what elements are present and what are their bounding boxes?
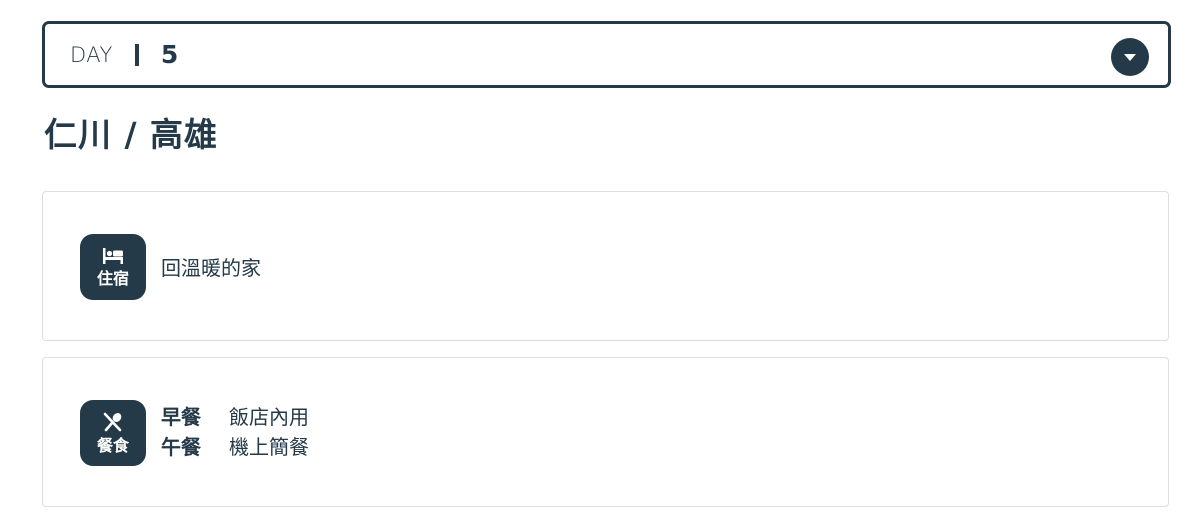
route-title: 仁川 / 高雄: [44, 115, 219, 154]
meals-badge-label: 餐食: [96, 435, 129, 455]
meal-label: 午餐: [161, 435, 201, 459]
accommodation-badge: 住宿: [80, 234, 146, 300]
meal-row-breakfast: 早餐 飯店內用: [161, 402, 309, 432]
accommodation-badge-label: 住宿: [96, 268, 129, 288]
day-separator: [134, 43, 139, 66]
accommodation-card: 住宿 回溫暖的家: [42, 191, 1169, 341]
meal-list: 早餐 飯店內用 午餐 機上簡餐: [161, 402, 309, 462]
accommodation-text: 回溫暖的家: [161, 256, 261, 280]
meal-value: 飯店內用: [229, 405, 309, 429]
meals-badge: 餐食: [80, 400, 146, 466]
meal-label: 早餐: [161, 405, 201, 429]
meals-card: 餐食 早餐 飯店內用 午餐 機上簡餐: [42, 357, 1169, 507]
day-number: 5: [160, 40, 179, 69]
chevron-down-icon[interactable]: [1111, 38, 1149, 76]
meal-row-lunch: 午餐 機上簡餐: [161, 432, 309, 462]
itinerary-day-page: DAY 5 仁川 / 高雄 住宿 回溫暖的家 餐食 早餐 飯店內用 午餐 機上簡…: [0, 0, 1200, 526]
day-selector-dropdown[interactable]: DAY 5: [42, 21, 1171, 88]
utensils-icon: [101, 412, 125, 436]
meal-value: 機上簡餐: [229, 435, 309, 459]
bed-icon: [100, 247, 126, 269]
day-label: DAY: [70, 42, 113, 67]
